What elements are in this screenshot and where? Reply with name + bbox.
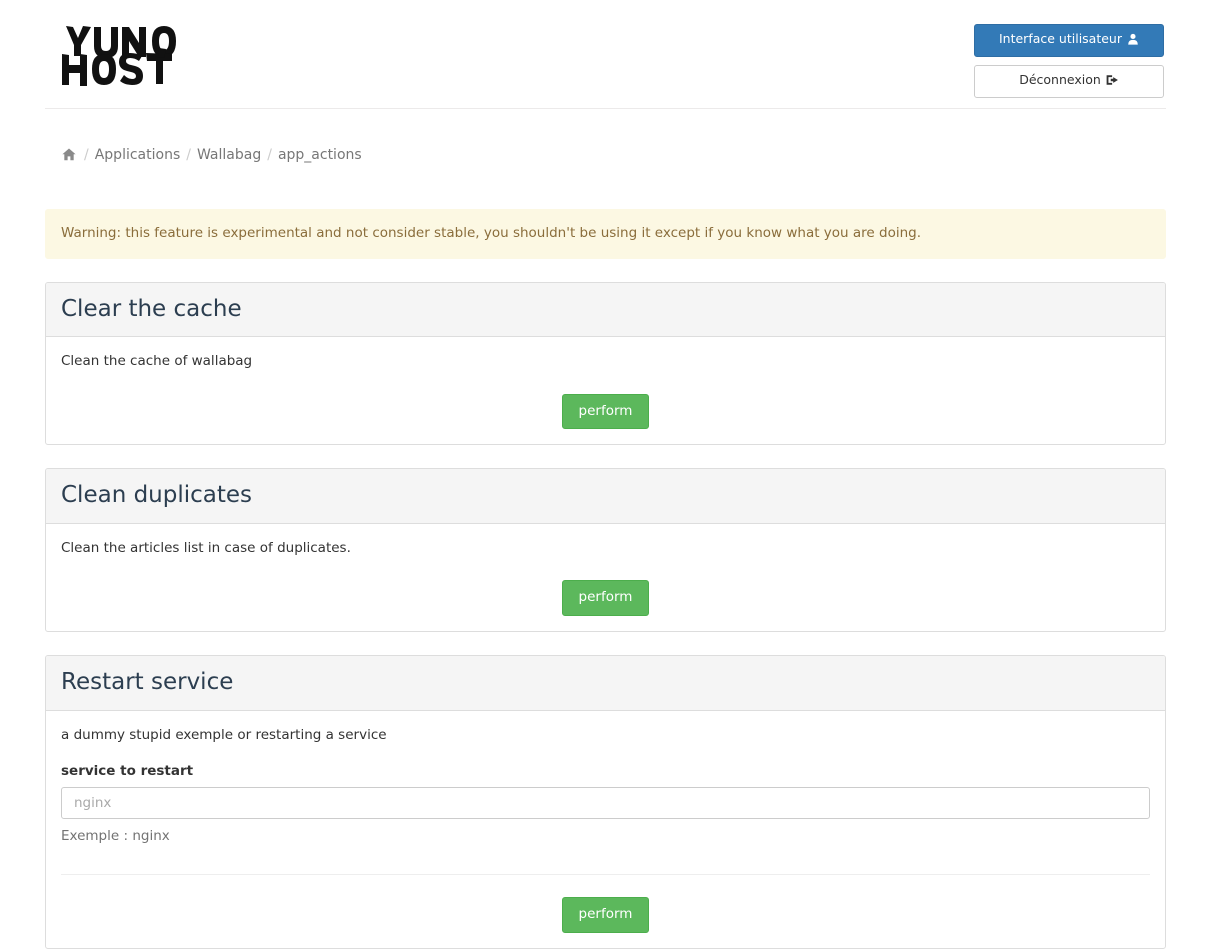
perform-button[interactable]: perform bbox=[561, 393, 650, 430]
service-to-restart-input[interactable] bbox=[61, 787, 1150, 820]
yunohost-logo[interactable] bbox=[60, 18, 180, 90]
breadcrumb: / Applications / Wallabag / app_actions bbox=[45, 109, 1166, 165]
home-icon bbox=[62, 148, 76, 165]
logout-label: Déconnexion bbox=[1019, 71, 1101, 87]
action-footer: perform bbox=[61, 875, 1150, 933]
panel-title: Restart service bbox=[61, 669, 234, 695]
action-description: Clean the articles list in case of dupli… bbox=[61, 539, 351, 556]
user-interface-label: Interface utilisateur bbox=[998, 31, 1122, 46]
panel-heading: Clear the cache bbox=[46, 282, 1165, 338]
logout-button[interactable]: Déconnexion bbox=[974, 64, 1164, 98]
panel-body: Clean the cache of wallabag perform bbox=[46, 337, 1165, 444]
breadcrumb-separator: / bbox=[186, 147, 191, 163]
breadcrumb-item-applications[interactable]: Applications bbox=[95, 147, 181, 163]
header-actions: Interface utilisateur Déconnexion bbox=[974, 24, 1164, 98]
page: Interface utilisateur Déconnexion / Appli… bbox=[0, 0, 1205, 949]
breadcrumb-home-link[interactable] bbox=[62, 147, 78, 163]
action-description: Clean the cache of wallabag bbox=[61, 353, 253, 370]
service-to-restart-help: Exemple : nginx bbox=[61, 828, 170, 845]
panel-heading: Clean duplicates bbox=[46, 469, 1165, 524]
breadcrumb-separator: / bbox=[267, 147, 272, 163]
action-panel-clean-duplicates: Clean duplicates Clean the articles list… bbox=[45, 468, 1166, 632]
experimental-warning-alert: Warning: this feature is experimental an… bbox=[45, 209, 1166, 259]
site-header: Interface utilisateur Déconnexion bbox=[45, 0, 1166, 109]
action-panel-clear-the-cache: Clear the cache Clean the cache of walla… bbox=[45, 281, 1166, 446]
user-icon bbox=[1127, 33, 1139, 50]
warning-text: Warning: this feature is experimental an… bbox=[61, 225, 922, 241]
perform-button[interactable]: perform bbox=[561, 897, 650, 933]
action-footer: perform bbox=[61, 372, 1150, 430]
action-panel-restart-service: Restart service a dummy stupid exemple o… bbox=[45, 655, 1166, 949]
panel-body: Clean the articles list in case of dupli… bbox=[46, 524, 1165, 631]
page-container: Interface utilisateur Déconnexion / Appli… bbox=[45, 0, 1166, 949]
breadcrumb-item-wallabag[interactable]: Wallabag bbox=[197, 147, 261, 163]
sign-out-icon bbox=[1106, 74, 1119, 91]
service-to-restart-label: service to restart bbox=[61, 763, 194, 780]
service-to-restart-field-group: service to restart Exemple : nginx bbox=[61, 763, 1150, 844]
breadcrumb-separator: / bbox=[84, 147, 89, 163]
user-interface-button[interactable]: Interface utilisateur bbox=[974, 24, 1164, 57]
action-description: a dummy stupid exemple or restarting a s… bbox=[61, 726, 387, 743]
panel-heading: Restart service bbox=[46, 656, 1165, 711]
panel-title: Clear the cache bbox=[61, 295, 242, 322]
panel-body: a dummy stupid exemple or restarting a s… bbox=[46, 711, 1165, 948]
perform-button[interactable]: perform bbox=[561, 580, 650, 616]
panel-title: Clean duplicates bbox=[61, 482, 253, 509]
breadcrumb-item-app-actions: app_actions bbox=[277, 147, 362, 163]
action-footer: perform bbox=[61, 558, 1150, 616]
